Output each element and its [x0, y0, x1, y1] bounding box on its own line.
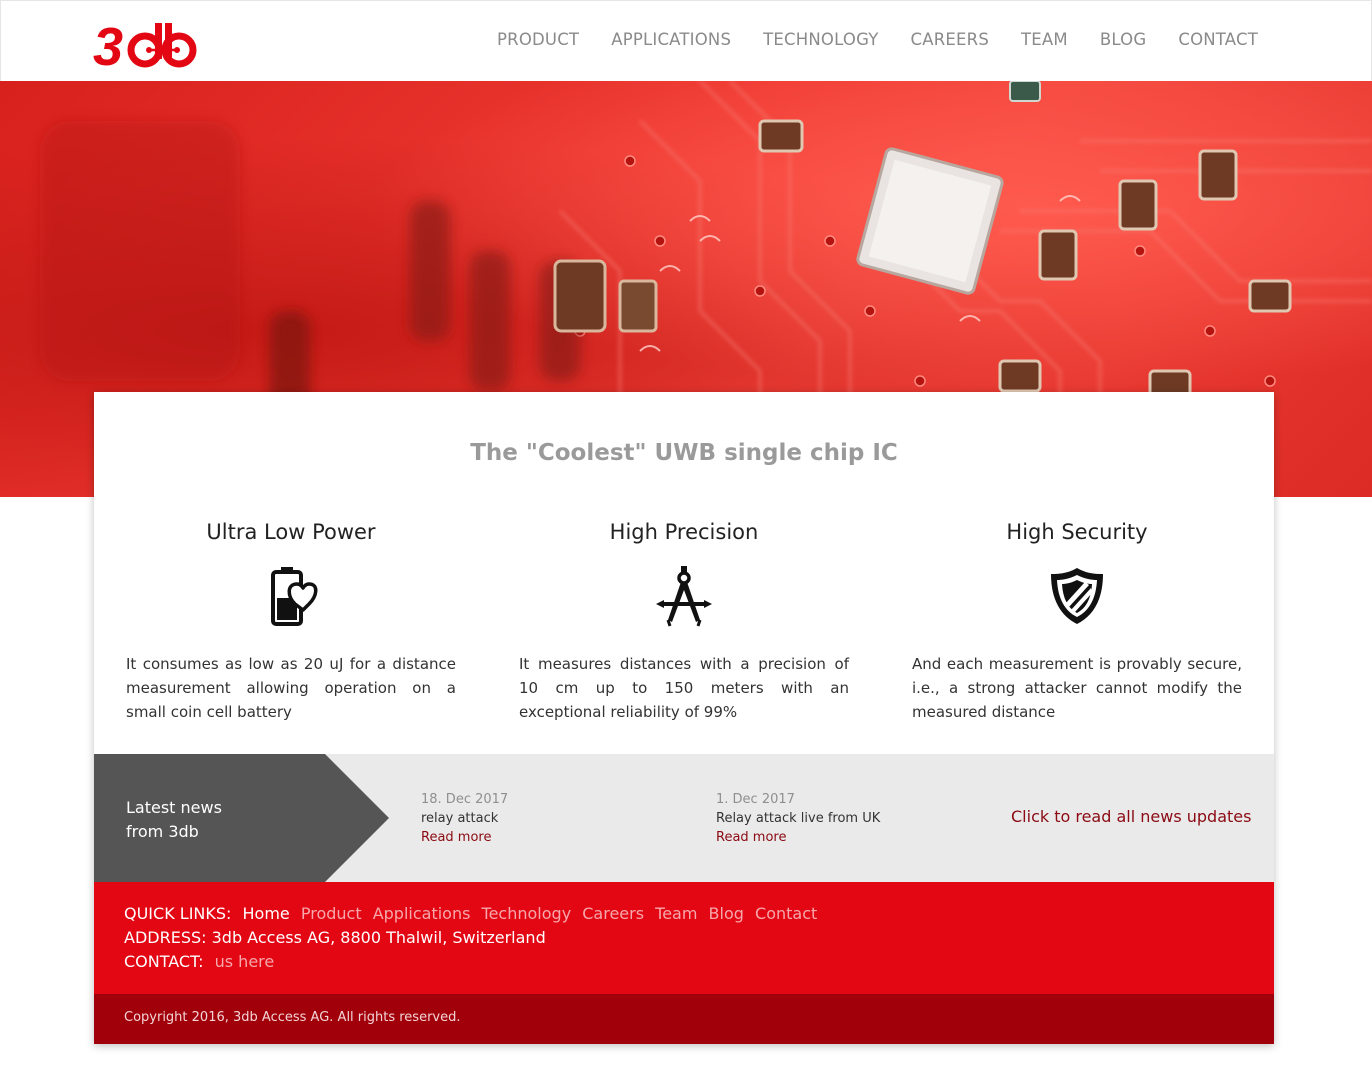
- site-footer: QUICK LINKS: Home Product Applications T…: [94, 882, 1274, 994]
- feature-high-precision: High Precision It measures distances wit…: [519, 520, 849, 724]
- feature-ultra-low-power: Ultra Low Power It consumes as low as 20…: [126, 520, 456, 724]
- footer-link-technology[interactable]: Technology: [482, 904, 572, 923]
- battery-heart-icon: [271, 567, 318, 626]
- news-strip: Latest news from 3db 18. Dec 2017 relay …: [94, 754, 1274, 882]
- all-news-link[interactable]: Click to read all news updates: [1011, 807, 1251, 826]
- feature-description: It measures distances with a precision o…: [519, 655, 849, 721]
- contact-label: CONTACT:: [124, 952, 204, 971]
- nav-team[interactable]: TEAM: [1021, 30, 1068, 49]
- nav-careers[interactable]: CAREERS: [911, 30, 989, 49]
- feature-description: It consumes as low as 20 uJ for a distan…: [126, 655, 456, 721]
- footer-link-product[interactable]: Product: [301, 904, 362, 923]
- feature-description: And each measurement is provably secure,…: [912, 655, 1242, 721]
- footer-link-blog[interactable]: Blog: [709, 904, 744, 923]
- feature-title: High Precision: [609, 520, 759, 544]
- latest-news-line1: Latest news: [126, 798, 222, 817]
- footer-link-team[interactable]: Team: [655, 904, 697, 923]
- footer-link-careers[interactable]: Careers: [582, 904, 644, 923]
- latest-news-label: Latest news from 3db: [94, 754, 390, 882]
- footer-link-applications[interactable]: Applications: [373, 904, 471, 923]
- feature-high-security: High Security And each measurement is pr…: [912, 520, 1242, 724]
- feature-title: Ultra Low Power: [206, 520, 376, 544]
- footer-link-contact[interactable]: Contact: [755, 904, 817, 923]
- footer-contact: CONTACT: us here: [124, 950, 274, 974]
- feature-title: High Security: [1006, 520, 1148, 544]
- news-title: Relay attack live from UK: [716, 811, 881, 826]
- news-date: 1. Dec 2017: [716, 792, 795, 807]
- nav-product[interactable]: PRODUCT: [497, 30, 579, 49]
- svg-text:3: 3: [93, 17, 123, 71]
- shield-icon: [1051, 568, 1103, 624]
- quick-links-label: QUICK LINKS:: [124, 904, 232, 923]
- news-title: relay attack: [421, 811, 499, 826]
- logo[interactable]: 3: [93, 17, 205, 71]
- news-date: 18. Dec 2017: [421, 792, 509, 807]
- contact-link[interactable]: us here: [215, 952, 275, 971]
- page-title: The "Coolest" UWB single chip IC: [470, 440, 898, 466]
- nav-technology[interactable]: TECHNOLOGY: [763, 30, 878, 49]
- footer-link-home[interactable]: Home: [243, 904, 290, 923]
- read-more-link[interactable]: Read more: [421, 828, 508, 847]
- news-item: 18. Dec 2017 relay attack Read more: [421, 790, 508, 847]
- nav-blog[interactable]: BLOG: [1100, 30, 1147, 49]
- compass-icon: [656, 566, 712, 627]
- nav-contact[interactable]: CONTACT: [1178, 30, 1258, 49]
- footer-address: ADDRESS: 3db Access AG, 8800 Thalwil, Sw…: [124, 928, 546, 947]
- latest-news-line2: from 3db: [126, 822, 199, 841]
- copyright-text: Copyright 2016, 3db Access AG. All right…: [124, 1010, 461, 1025]
- nav-applications[interactable]: APPLICATIONS: [611, 30, 731, 49]
- news-item: 1. Dec 2017 Relay attack live from UK Re…: [716, 790, 880, 847]
- quick-links: QUICK LINKS: Home Product Applications T…: [124, 902, 817, 926]
- site-header: 3 PRODUCT APPLICATIONS TECHNOLOGY CAREER…: [0, 0, 1372, 81]
- copyright-bar: Copyright 2016, 3db Access AG. All right…: [94, 994, 1274, 1044]
- main-card: The "Coolest" UWB single chip IC Ultra L…: [94, 392, 1274, 1044]
- latest-news-heading: Latest news from 3db: [126, 796, 222, 844]
- read-more-link[interactable]: Read more: [716, 828, 880, 847]
- main-nav: PRODUCT APPLICATIONS TECHNOLOGY CAREERS …: [465, 30, 1258, 49]
